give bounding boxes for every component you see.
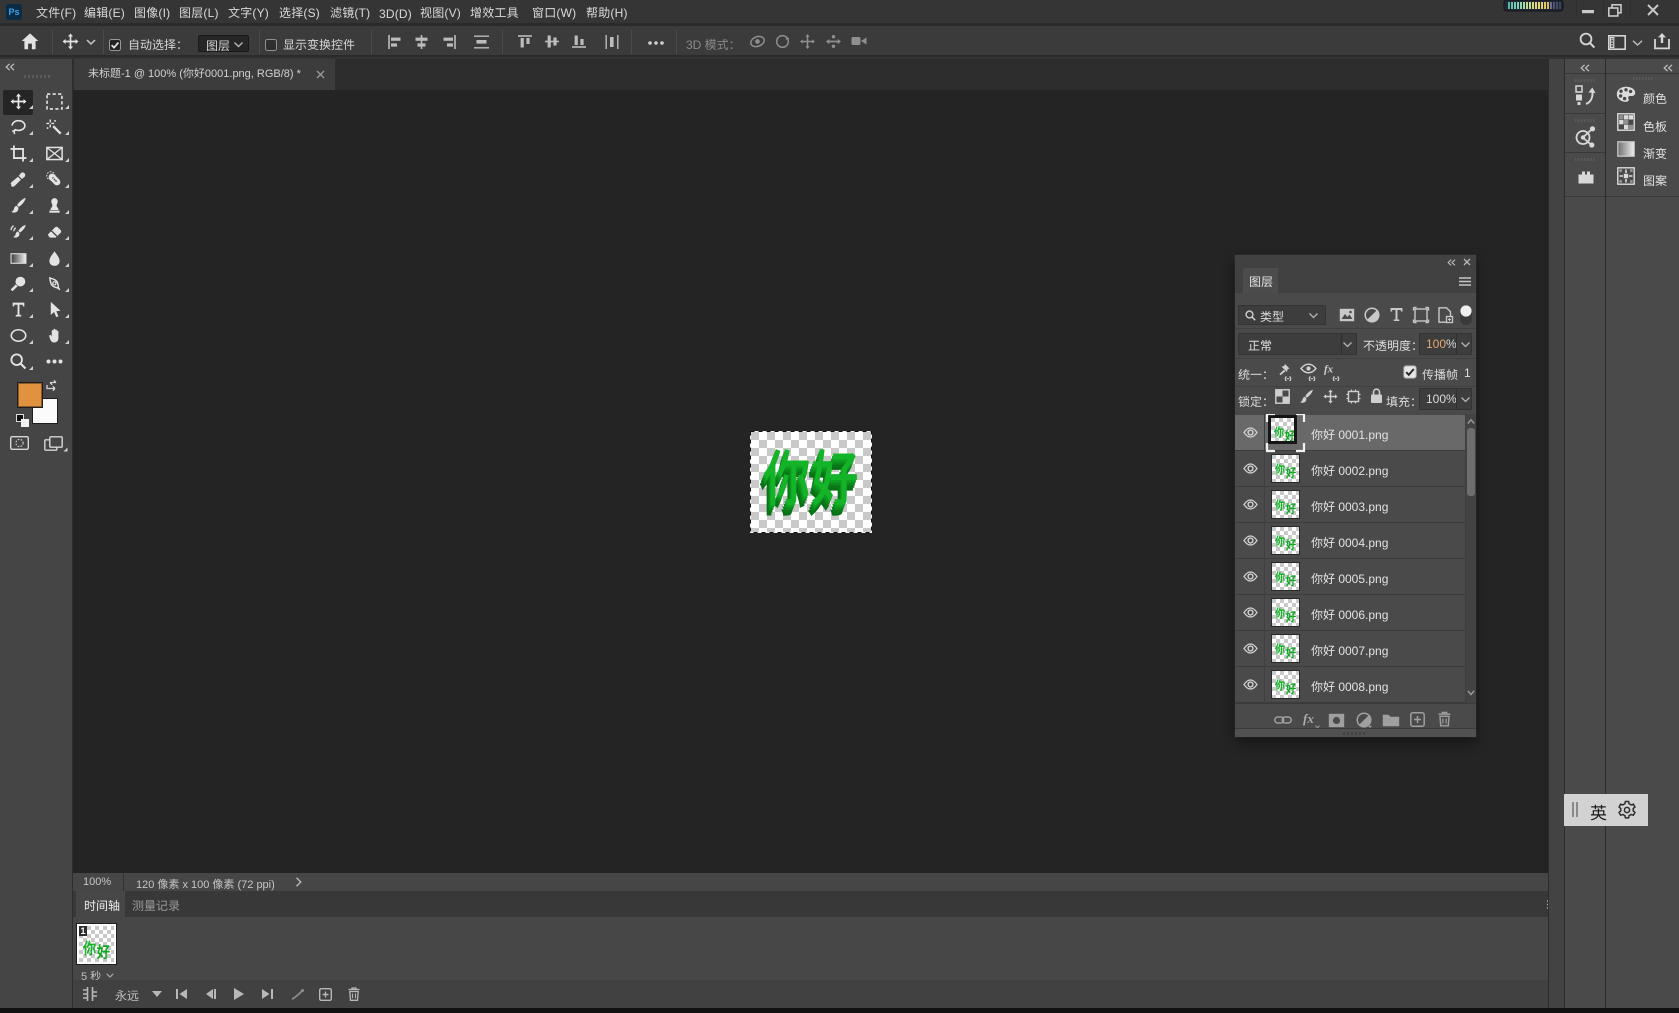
svg-text:fx: fx	[1324, 364, 1334, 376]
